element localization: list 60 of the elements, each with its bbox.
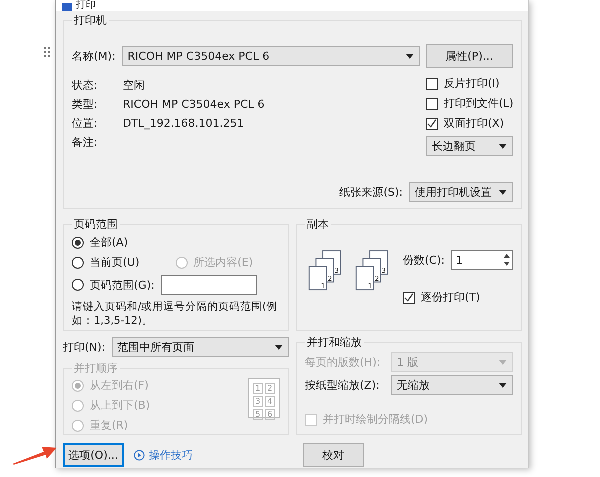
group-title: 并打和缩放 bbox=[306, 335, 363, 350]
properties-button[interactable]: 属性(P)... bbox=[426, 44, 513, 68]
group-title: 打印机 bbox=[73, 13, 108, 28]
duplex-select[interactable]: 长边翻页 bbox=[426, 136, 513, 156]
group-title: 并打顺序 bbox=[73, 361, 119, 376]
window-title: 打印 bbox=[76, 1, 96, 11]
radio-button[interactable] bbox=[72, 256, 84, 268]
paper-source-select[interactable]: 使用打印机设置 bbox=[409, 182, 513, 202]
caret-icon bbox=[499, 360, 507, 364]
checkbox-label: 双面打印(X) bbox=[444, 116, 504, 131]
checkbox[interactable] bbox=[426, 118, 438, 130]
printer-select[interactable]: RICOH MP C3504ex PCL 6 bbox=[122, 46, 420, 66]
field-label: 每页的版数(H): bbox=[305, 354, 382, 370]
copies-spinner[interactable]: 1 bbox=[450, 250, 513, 270]
page-range-field[interactable] bbox=[160, 275, 257, 295]
print-what-select[interactable]: 范围中所有页面 bbox=[112, 337, 289, 357]
info-value: 空闲 bbox=[123, 78, 145, 93]
info-label: 备注: bbox=[72, 135, 99, 150]
caret-icon bbox=[406, 54, 414, 58]
radio-button[interactable] bbox=[72, 279, 84, 291]
dialog-button[interactable]: 校对 bbox=[303, 443, 364, 467]
checkbox-label: 打印到文件(L) bbox=[444, 96, 514, 111]
info-value: RICOH MP C3504ex PCL 6 bbox=[123, 98, 265, 111]
checkbox-label: 反片打印(I) bbox=[444, 76, 500, 91]
radio-label: 页码范围(G): bbox=[90, 278, 155, 292]
play-icon bbox=[134, 450, 145, 460]
radio-label: 全部(A) bbox=[90, 235, 128, 250]
radio-button[interactable] bbox=[72, 236, 84, 248]
radio-label: 重复(R) bbox=[90, 418, 128, 433]
field-label: 份数(C): bbox=[403, 252, 445, 268]
checkbox[interactable] bbox=[426, 98, 438, 110]
checkbox-label: 逐份打印(T) bbox=[421, 290, 480, 305]
info-label: 状态: bbox=[72, 78, 99, 93]
app-icon bbox=[62, 3, 72, 11]
caret-icon bbox=[499, 382, 507, 388]
dialog-button[interactable]: 选项(O)... bbox=[63, 443, 124, 467]
hint-text: 请键入页码和/或用逗号分隔的页码范围(例如：1,3,5-12)。 bbox=[72, 300, 279, 328]
zoom-select[interactable]: 无缩放 bbox=[391, 375, 513, 395]
group-title: 页码范围 bbox=[73, 217, 119, 232]
field-label: 打印(N): bbox=[63, 340, 106, 354]
drag-handle-icon[interactable] bbox=[44, 47, 50, 57]
info-label: 位置: bbox=[72, 116, 99, 131]
field-label: 纸张来源(S): bbox=[340, 184, 403, 200]
field-label: 名称(M): bbox=[72, 48, 116, 64]
caret-icon bbox=[499, 190, 507, 194]
radio-label: 当前页(U) bbox=[90, 255, 140, 270]
info-value: DTL_192.168.101.251 bbox=[123, 117, 244, 130]
checkbox[interactable] bbox=[426, 78, 438, 90]
caret-icon bbox=[275, 344, 283, 350]
radio-label: 从上到下(B) bbox=[90, 398, 150, 413]
group-title: 副本 bbox=[306, 217, 330, 232]
checkbox[interactable] bbox=[403, 292, 415, 304]
info-label: 类型: bbox=[72, 97, 99, 112]
checkbox-label: 并打时绘制分隔线(D) bbox=[323, 412, 428, 427]
tips-link[interactable]: 操作技巧 bbox=[134, 448, 193, 462]
page-order-drawing: 1 2 3 4 5 6 bbox=[248, 378, 280, 418]
radio-label: 所选内容(E) bbox=[194, 255, 254, 270]
caret-icon bbox=[499, 144, 507, 148]
field-label: 按纸型缩放(Z): bbox=[305, 378, 381, 392]
radio-label: 从左到右(F) bbox=[90, 378, 149, 393]
